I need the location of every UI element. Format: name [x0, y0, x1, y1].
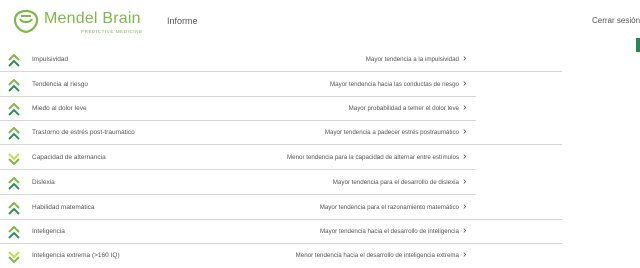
list-item[interactable]: Dislexia Mayor tendencia para el desarro…: [0, 171, 640, 195]
chevron-right-icon[interactable]: ›: [463, 78, 466, 90]
item-label: Miedo al dolor leve: [32, 105, 87, 112]
chevron-right-icon[interactable]: ›: [463, 53, 466, 65]
item-label: Habilidad matemática: [32, 204, 95, 211]
mendel-logo-icon: [13, 9, 39, 34]
divider: [0, 144, 562, 145]
item-description: Menor tendencia hacia el desarrollo de i…: [295, 252, 459, 259]
chevron-right-icon[interactable]: ›: [463, 201, 466, 213]
top-header: Mendel Brain PREDICTIVE MEDICINE Informe…: [0, 0, 640, 44]
item-description: Mayor tendencia para el razonamiento mat…: [319, 204, 459, 211]
chevron-up-icon: [8, 226, 20, 239]
nav-informe-link[interactable]: Informe: [167, 16, 198, 26]
chevron-right-icon[interactable]: ›: [463, 249, 466, 261]
item-description: Mayor tendencia hacia las conductas de r…: [330, 81, 459, 88]
chevron-up-icon: [8, 177, 20, 190]
chevron-down-icon: [8, 153, 20, 166]
divider: [0, 71, 562, 72]
item-label: Impulsividad: [32, 56, 69, 63]
list-item[interactable]: Inteligencia Mayor tendencia hacia el de…: [0, 220, 640, 244]
list-item[interactable]: Inteligencia extrema (>160 IQ) Menor ten…: [0, 244, 640, 268]
brand-logo[interactable]: Mendel Brain PREDICTIVE MEDICINE: [10, 8, 170, 36]
chevron-up-icon: [8, 103, 20, 116]
item-description: Mayor tendencia para el desarrollo de di…: [332, 179, 459, 186]
chevron-right-icon[interactable]: ›: [463, 225, 466, 237]
divider: [0, 169, 476, 170]
list-item[interactable]: Tendencia al riesgo Mayor tendencia haci…: [0, 73, 640, 97]
item-label: Inteligencia extrema (>160 IQ): [32, 252, 120, 259]
divider: [0, 194, 476, 195]
logout-link[interactable]: Cerrar sesión: [592, 16, 640, 25]
item-label: Inteligencia: [32, 228, 65, 235]
chevron-up-icon: [8, 54, 20, 67]
chevron-up-icon: [8, 79, 20, 92]
item-description: Mayor tendencia hacia el desarrollo de i…: [320, 228, 459, 235]
chevron-down-icon: [8, 251, 20, 264]
list-item[interactable]: Habilidad matemática Mayor tendencia par…: [0, 196, 640, 220]
item-description: Mayor probabilidad a temer el dolor leve: [348, 105, 459, 112]
chevron-right-icon[interactable]: ›: [463, 151, 466, 163]
item-description: Mayor tendencia a la impulsividad: [365, 56, 459, 63]
chevron-right-icon[interactable]: ›: [463, 126, 466, 138]
item-label: Capacidad de alternancia: [32, 154, 106, 161]
chevron-right-icon[interactable]: ›: [463, 102, 466, 114]
chevron-up-icon: [8, 202, 20, 215]
list-item[interactable]: Trastorno de estrés post-traumático Mayo…: [0, 121, 640, 145]
chevron-up-icon: [8, 127, 20, 140]
brand-title: Mendel Brain: [44, 10, 141, 27]
chevron-right-icon[interactable]: ›: [463, 176, 466, 188]
item-label: Trastorno de estrés post-traumático: [32, 129, 135, 136]
item-label: Tendencia al riesgo: [32, 81, 89, 88]
item-description: Mayor tendencia a padecer estrés postrau…: [324, 129, 459, 136]
item-label: Dislexia: [32, 179, 55, 186]
list-item[interactable]: Impulsividad Mayor tendencia a la impuls…: [0, 48, 640, 72]
brand-subtitle: PREDICTIVE MEDICINE: [81, 29, 143, 34]
list-item[interactable]: Miedo al dolor leve Mayor probabilidad a…: [0, 97, 640, 121]
item-description: Menor tendencia para la capacidad de alt…: [287, 154, 459, 161]
list-item[interactable]: Capacidad de alternancia Menor tendencia…: [0, 146, 640, 170]
